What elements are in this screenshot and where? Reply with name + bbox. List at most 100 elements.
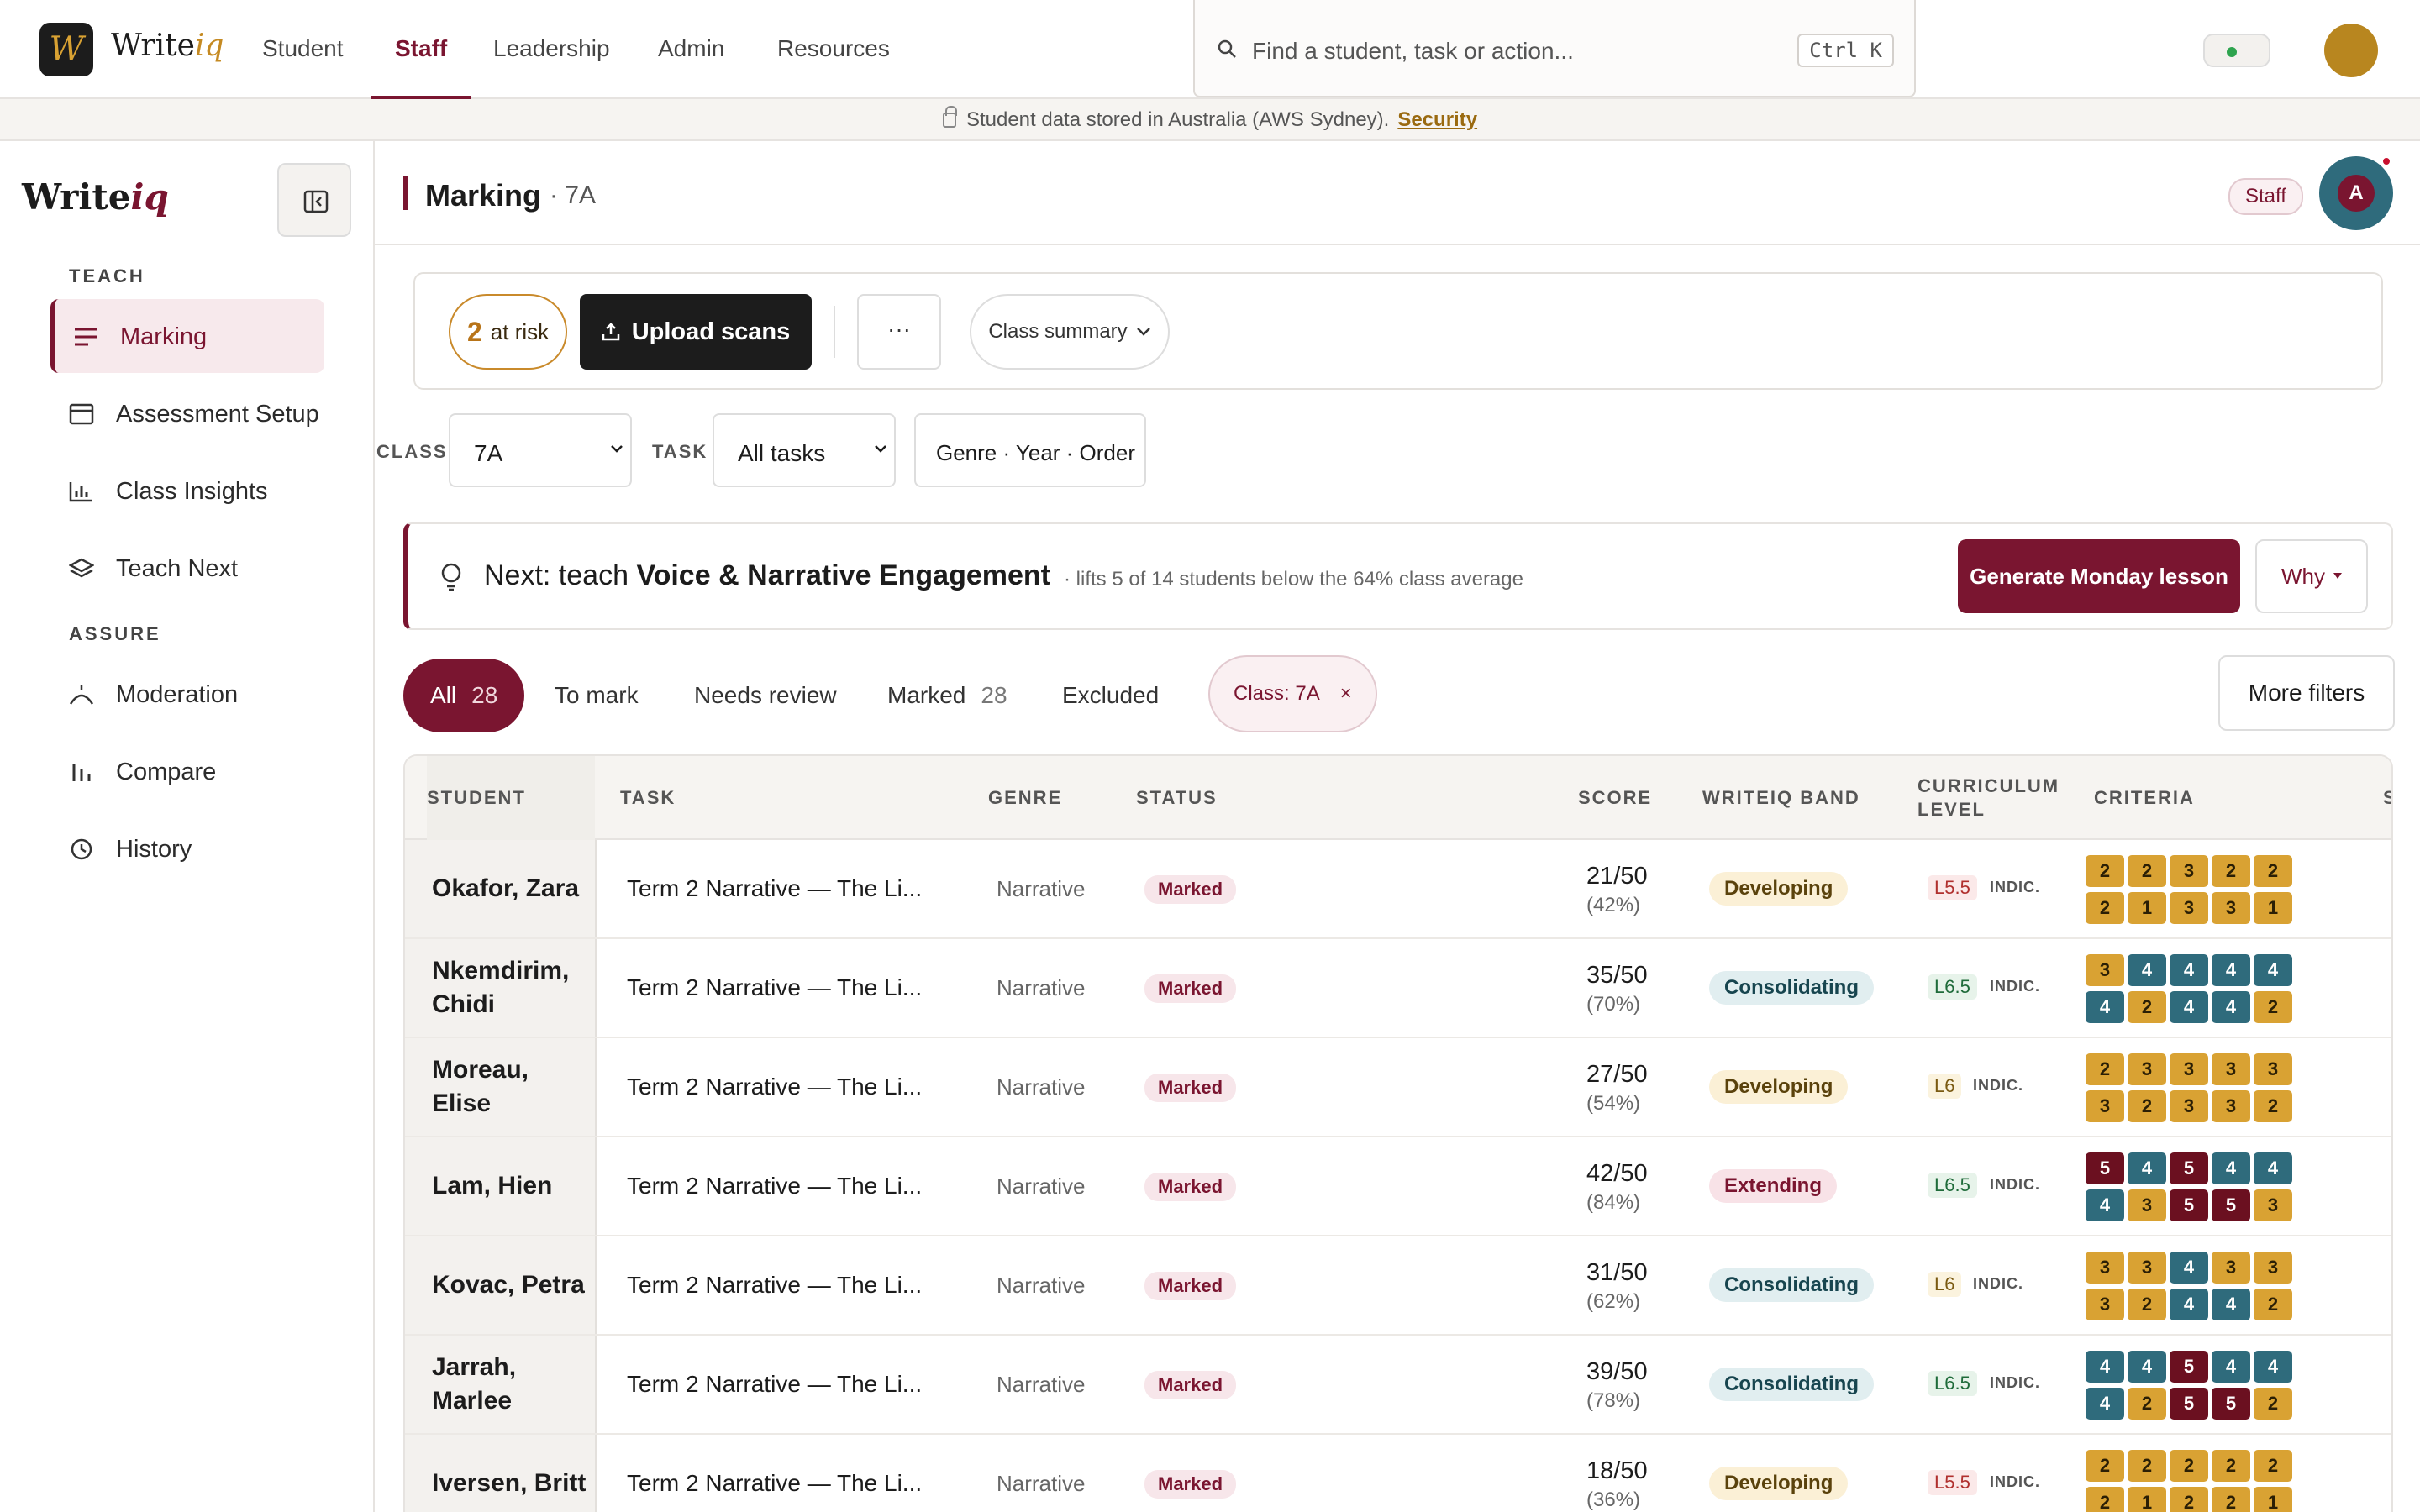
column-header-curriculum-level[interactable]: CURRICULUM LEVEL [1918, 756, 2058, 840]
tab-marked[interactable]: Marked 28 [887, 659, 1007, 732]
criterion-score[interactable]: 4 [2086, 1189, 2124, 1221]
criterion-score[interactable]: 2 [2086, 1053, 2124, 1085]
criterion-score[interactable]: 4 [2254, 954, 2292, 986]
criterion-score[interactable]: 2 [2086, 855, 2124, 887]
student-name[interactable]: Lam, Hien [432, 1137, 592, 1235]
criterion-score[interactable]: 4 [2170, 954, 2208, 986]
sidebar-item-assessment-setup[interactable]: Assessment Setup [50, 376, 324, 450]
criterion-score[interactable]: 2 [2086, 1450, 2124, 1482]
criterion-score[interactable]: 4 [2086, 991, 2124, 1023]
column-header-status[interactable]: STATUS [1136, 756, 1218, 840]
student-name[interactable]: Okafor, Zara [432, 840, 592, 937]
criterion-score[interactable]: 2 [2128, 1450, 2166, 1482]
criterion-score[interactable]: 3 [2086, 1090, 2124, 1122]
criterion-score[interactable]: 4 [2086, 1388, 2124, 1420]
criterion-score[interactable]: 4 [2128, 954, 2166, 986]
task-select[interactable]: All tasks [713, 413, 896, 487]
more-actions-button[interactable]: ··· [857, 294, 941, 370]
table-row[interactable]: Lam, Hien Term 2 Narrative — The Li... Nar… [405, 1137, 2391, 1236]
criterion-score[interactable]: 3 [2128, 1053, 2166, 1085]
student-name[interactable]: Kovac, Petra [432, 1236, 592, 1334]
global-search[interactable]: Find a student, task or action... Ctrl K [1193, 0, 1916, 97]
criterion-score[interactable]: 2 [2254, 1388, 2292, 1420]
sidebar-item-teach-next[interactable]: Teach Next [50, 531, 324, 605]
nav-tab-staff[interactable]: Staff [371, 35, 471, 99]
column-header-criteria[interactable]: CRITERIA [2094, 756, 2195, 840]
why-button[interactable]: Why [2255, 539, 2368, 613]
criterion-score[interactable]: 3 [2254, 1053, 2292, 1085]
table-row[interactable]: Iversen, Britt Term 2 Narrative — The Li.… [405, 1435, 2391, 1512]
student-name[interactable]: Nkemdirim, Chidi [432, 939, 592, 1037]
criterion-score[interactable]: 3 [2128, 1252, 2166, 1284]
sidebar-item-history[interactable]: History [50, 811, 324, 885]
table-row[interactable]: Jarrah, Marlee Term 2 Narrative — The Li.… [405, 1336, 2391, 1435]
upload-scans-button[interactable]: Upload scans [580, 294, 812, 370]
criterion-score[interactable]: 4 [2086, 1351, 2124, 1383]
nav-tab-admin[interactable]: Admin [658, 35, 724, 97]
criterion-score[interactable]: 3 [2170, 855, 2208, 887]
criterion-score[interactable]: 3 [2212, 1252, 2250, 1284]
collapse-sidebar-button[interactable] [277, 163, 351, 237]
table-row[interactable]: Moreau, Elise Term 2 Narrative — The Li..… [405, 1038, 2391, 1137]
task-name[interactable]: Term 2 Narrative — The Li... [627, 1336, 922, 1433]
generate-lesson-button[interactable]: Generate Monday lesson [1958, 539, 2240, 613]
criterion-score[interactable]: 2 [2128, 991, 2166, 1023]
criterion-score[interactable]: 4 [2212, 1289, 2250, 1320]
class-filter-chip[interactable]: Class: 7A × [1208, 655, 1377, 732]
criterion-score[interactable]: 3 [2212, 892, 2250, 924]
account-avatar[interactable]: A [2319, 156, 2393, 230]
criterion-score[interactable]: 2 [2128, 1090, 2166, 1122]
close-icon[interactable]: × [1340, 682, 1352, 706]
criterion-score[interactable]: 3 [2254, 1189, 2292, 1221]
criterion-score[interactable]: 2 [2254, 1450, 2292, 1482]
task-name[interactable]: Term 2 Narrative — The Li... [627, 840, 922, 937]
class-select[interactable]: 7A [449, 413, 632, 487]
status-toggle[interactable] [2203, 34, 2270, 67]
criterion-score[interactable]: 3 [2086, 1289, 2124, 1320]
criterion-score[interactable]: 3 [2128, 1189, 2166, 1221]
column-header-overflow[interactable]: S [2383, 756, 2391, 840]
criterion-score[interactable]: 1 [2128, 1487, 2166, 1512]
criterion-score[interactable]: 2 [2254, 1289, 2292, 1320]
criterion-score[interactable]: 3 [2170, 1053, 2208, 1085]
criterion-score[interactable]: 5 [2170, 1388, 2208, 1420]
search-input[interactable]: Find a student, task or action... [1252, 38, 1574, 65]
criterion-score[interactable]: 3 [2212, 1090, 2250, 1122]
criterion-score[interactable]: 2 [2086, 892, 2124, 924]
app-logo[interactable]: W [39, 23, 93, 76]
criterion-score[interactable]: 4 [2254, 1152, 2292, 1184]
sidebar-item-compare[interactable]: Compare [50, 734, 324, 808]
table-row[interactable]: Kovac, Petra Term 2 Narrative — The Li...… [405, 1236, 2391, 1336]
criterion-score[interactable]: 5 [2212, 1388, 2250, 1420]
criterion-score[interactable]: 2 [2128, 1289, 2166, 1320]
criterion-score[interactable]: 1 [2254, 1487, 2292, 1512]
nav-tab-leadership[interactable]: Leadership [493, 35, 610, 97]
at-risk-button[interactable]: 2 at risk [449, 294, 568, 370]
criterion-score[interactable]: 4 [2128, 1351, 2166, 1383]
criterion-score[interactable]: 3 [2086, 954, 2124, 986]
criterion-score[interactable]: 2 [2254, 1090, 2292, 1122]
criterion-score[interactable]: 3 [2170, 892, 2208, 924]
criterion-score[interactable]: 2 [2170, 1487, 2208, 1512]
student-name[interactable]: Jarrah, Marlee [432, 1336, 592, 1433]
criterion-score[interactable]: 2 [2212, 855, 2250, 887]
criterion-score[interactable]: 4 [2170, 991, 2208, 1023]
criterion-score[interactable]: 2 [2170, 1450, 2208, 1482]
criterion-score[interactable]: 5 [2212, 1189, 2250, 1221]
criterion-score[interactable]: 5 [2170, 1351, 2208, 1383]
table-row[interactable]: Nkemdirim, Chidi Term 2 Narrative — The L… [405, 939, 2391, 1038]
sidebar-item-marking[interactable]: Marking [50, 299, 324, 373]
task-name[interactable]: Term 2 Narrative — The Li... [627, 1137, 922, 1235]
criterion-score[interactable]: 2 [2212, 1487, 2250, 1512]
security-link[interactable]: Security [1397, 108, 1477, 131]
column-header-task[interactable]: TASK [620, 756, 676, 840]
user-avatar[interactable] [2324, 24, 2378, 77]
criterion-score[interactable]: 4 [2212, 954, 2250, 986]
tab-to-mark[interactable]: To mark [555, 659, 639, 732]
criterion-score[interactable]: 3 [2212, 1053, 2250, 1085]
task-name[interactable]: Term 2 Narrative — The Li... [627, 939, 922, 1037]
criterion-score[interactable]: 5 [2086, 1152, 2124, 1184]
sidebar-item-moderation[interactable]: Moderation [50, 657, 324, 731]
column-header-band[interactable]: WRITEIQ BAND [1702, 756, 1860, 840]
criterion-score[interactable]: 1 [2128, 892, 2166, 924]
